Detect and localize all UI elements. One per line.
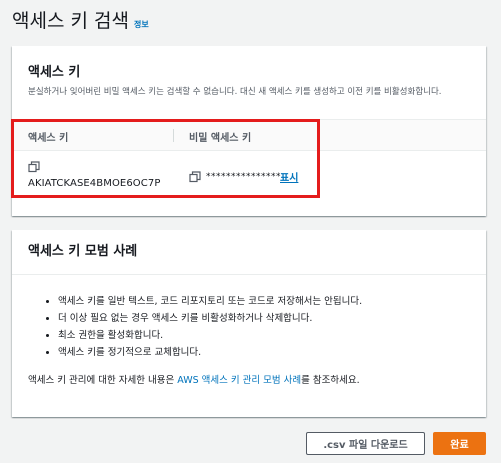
- done-button[interactable]: 완료: [433, 432, 486, 455]
- reference-prefix: 액세스 키 관리에 대한 자세한 내용은: [28, 375, 178, 386]
- column-header-access-key: 액세스 키: [28, 133, 69, 144]
- column-divider: [173, 129, 174, 142]
- access-key-card-title: 액세스 키: [28, 65, 81, 80]
- reference-text: 액세스 키 관리에 대한 자세한 내용은 AWS 액세스 키 관리 모범 사례를…: [12, 372, 486, 386]
- list-item: 더 이상 필요 없는 경우 액세스 키를 비활성화하거나 삭제합니다.: [58, 310, 486, 327]
- show-secret-link[interactable]: 표시: [280, 169, 298, 184]
- best-practices-title: 액세스 키 모범 사례: [28, 244, 138, 259]
- reference-suffix: 를 참조하세요.: [301, 375, 360, 386]
- table-row: AKIATCKASE4BMOE6OC7P *************** 표시: [12, 151, 486, 199]
- list-item: 액세스 키를 일반 텍스트, 코드 리포지토리 또는 코드로 저장해서는 안됩니…: [58, 293, 486, 310]
- page-title: 액세스 키 검색: [12, 10, 129, 32]
- info-link[interactable]: 정보: [134, 19, 149, 30]
- best-practices-list: 액세스 키를 일반 텍스트, 코드 리포지토리 또는 코드로 저장해서는 안됩니…: [12, 293, 486, 361]
- table-header: 액세스 키 비밀 액세스 키: [12, 119, 486, 151]
- access-key-card-description: 분실하거나 잊어버린 비밀 액세스 키는 검색할 수 없습니다. 대신 새 액세…: [28, 87, 442, 97]
- best-practices-card: 액세스 키 모범 사례 액세스 키를 일반 텍스트, 코드 리포지토리 또는 코…: [12, 230, 486, 417]
- access-key-table: 액세스 키 비밀 액세스 키 AKIATCKASE4BMOE6OC7P ****…: [12, 119, 486, 199]
- access-key-card: 액세스 키 분실하거나 잊어버린 비밀 액세스 키는 검색할 수 없습니다. 대…: [12, 46, 486, 216]
- list-item: 액세스 키를 정기적으로 교체합니다.: [58, 344, 486, 361]
- best-practices-link[interactable]: AWS 액세스 키 관리 모범 사례: [177, 375, 301, 386]
- download-csv-button[interactable]: .csv 파일 다운로드: [306, 432, 425, 455]
- copy-icon[interactable]: [28, 161, 40, 173]
- secret-access-key-masked: ***************: [206, 172, 281, 182]
- copy-icon[interactable]: [189, 171, 201, 183]
- page-header: 액세스 키 검색 정보: [12, 6, 149, 33]
- column-header-secret-key: 비밀 액세스 키: [189, 133, 252, 144]
- access-key-id: AKIATCKASE4BMOE6OC7P: [28, 178, 161, 189]
- list-item: 최소 권한을 활성화합니다.: [58, 327, 486, 344]
